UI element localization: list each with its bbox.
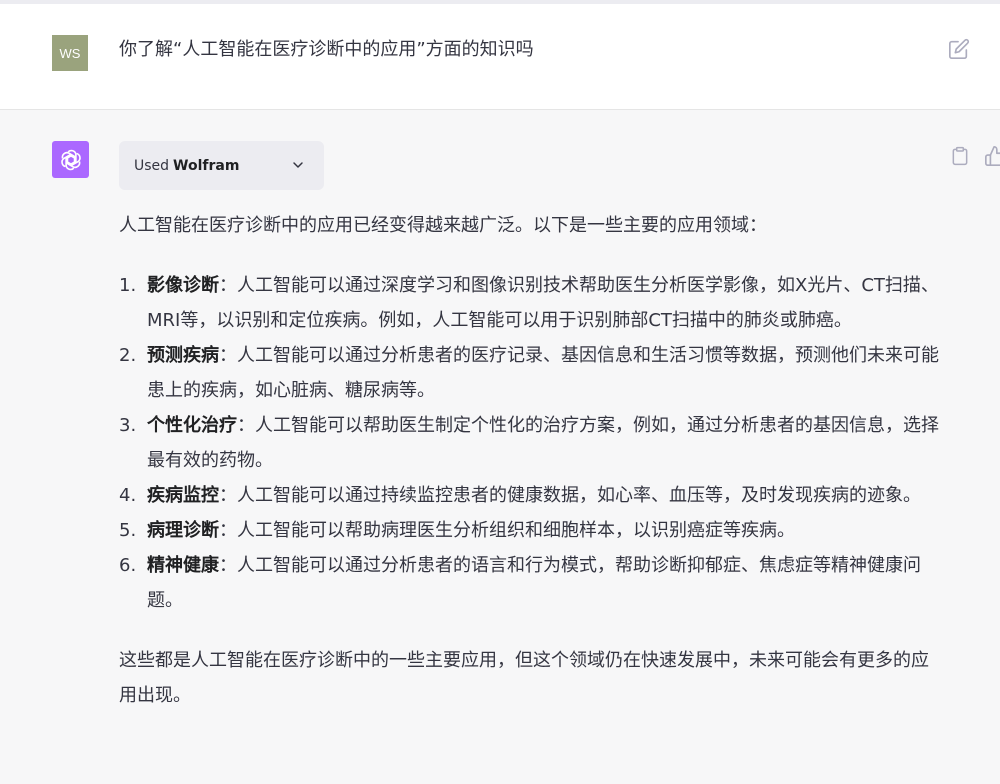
list-item-text: 人工智能可以帮助病理医生分析组织和细胞样本，以识别癌症等疾病。 [237,520,795,541]
list-item-separator: ： [219,520,237,541]
list-item-title: 精神健康 [147,555,219,576]
assistant-message-content: 人工智能在医疗诊断中的应用已经变得越来越广泛。以下是一些主要的应用领域： 1. 影… [119,208,939,713]
list-item-separator: ： [219,275,237,296]
list-item-separator: ： [219,485,237,506]
list-item: 5. 病理诊断：人工智能可以帮助病理医生分析组织和细胞样本，以识别癌症等疾病。 [119,513,939,548]
list-item-number: 3. [119,415,137,436]
list-item-number: 4. [119,485,137,506]
list-item-text: 人工智能可以通过分析患者的语言和行为模式，帮助诊断抑郁症、焦虑症等精神健康问题。 [147,555,921,611]
edit-icon[interactable] [948,38,970,60]
list-item: 6. 精神健康：人工智能可以通过分析患者的语言和行为模式，帮助诊断抑郁症、焦虑症等… [119,548,939,618]
chevron-down-icon [293,162,303,168]
user-avatar: WS [52,35,88,71]
thumbs-up-icon[interactable] [984,145,1000,167]
assistant-avatar [52,141,89,178]
list-item-number: 2. [119,345,137,366]
list-item: 1. 影像诊断：人工智能可以通过深度学习和图像识别技术帮助医生分析医学影像，如X光… [119,268,939,338]
list-item-text: 人工智能可以通过分析患者的医疗记录、基因信息和生活习惯等数据，预测他们未来可能患… [147,345,939,401]
list-item-title: 病理诊断 [147,520,219,541]
chat-page: WS 你了解“人工智能在医疗诊断中的应用”方面的知识吗 Used Wolfram… [0,0,1000,784]
clipboard-icon[interactable] [950,145,970,167]
user-message-row: WS 你了解“人工智能在医疗诊断中的应用”方面的知识吗 [0,4,1000,110]
user-message-text: 你了解“人工智能在医疗诊断中的应用”方面的知识吗 [119,39,534,60]
list-item-separator: ： [219,555,237,576]
answer-conclusion: 这些都是人工智能在医疗诊断中的一些主要应用，但这个领域仍在快速发展中，未来可能会… [119,650,929,706]
answer-intro: 人工智能在医疗诊断中的应用已经变得越来越广泛。以下是一些主要的应用领域： [119,215,767,236]
plugin-name: Wolfram [173,157,240,174]
list-item-title: 疾病监控 [147,485,219,506]
list-item-title: 预测疾病 [147,345,219,366]
plugin-used-toggle[interactable]: Used Wolfram [119,141,324,190]
list-item-number: 5. [119,520,137,541]
list-item-number: 6. [119,555,137,576]
list-item-title: 个性化治疗 [147,415,237,436]
list-item-text: 人工智能可以通过持续监控患者的健康数据，如心率、血压等，及时发现疾病的迹象。 [237,485,921,506]
plugin-used-label: Used [134,157,170,174]
list-item-number: 1. [119,275,137,296]
application-list: 1. 影像诊断：人工智能可以通过深度学习和图像识别技术帮助医生分析医学影像，如X光… [119,268,939,618]
list-item: 4. 疾病监控：人工智能可以通过持续监控患者的健康数据，如心率、血压等，及时发现疾… [119,478,939,513]
list-item-text: 人工智能可以帮助医生制定个性化的治疗方案，例如，通过分析患者的基因信息，选择最有… [147,415,939,471]
list-item-text: 人工智能可以通过深度学习和图像识别技术帮助医生分析医学影像，如X光片、CT扫描、… [147,275,939,331]
openai-logo-icon [60,149,81,170]
list-item-separator: ： [219,345,237,366]
list-item: 3. 个性化治疗：人工智能可以帮助医生制定个性化的治疗方案，例如，通过分析患者的基… [119,408,939,478]
list-item-separator: ： [237,415,255,436]
list-item: 2. 预测疾病：人工智能可以通过分析患者的医疗记录、基因信息和生活习惯等数据，预测… [119,338,939,408]
assistant-message-row: Used Wolfram 人工智能在医疗诊断中的应用已经变得越来越广泛。以下是一… [0,110,1000,784]
list-item-title: 影像诊断 [147,275,219,296]
